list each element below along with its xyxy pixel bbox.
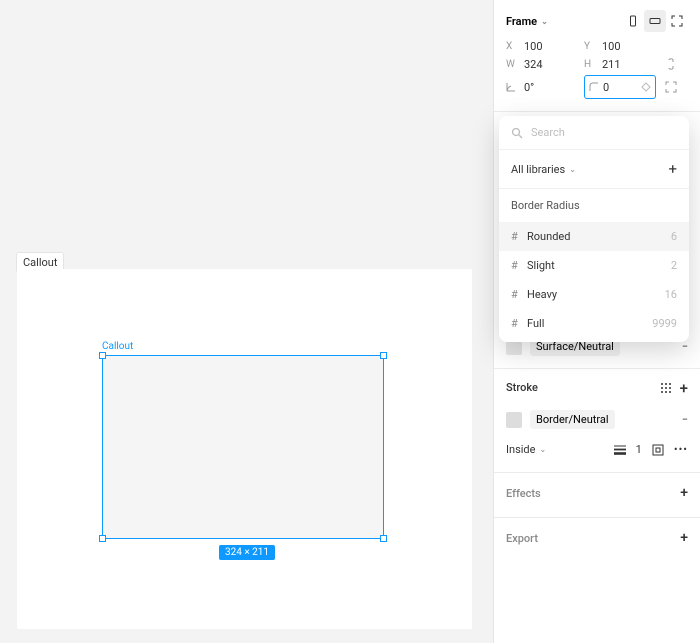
hash-icon: # [511, 230, 527, 243]
libraries-label: All libraries [511, 163, 565, 176]
stroke-title: Stroke [506, 381, 538, 394]
x-label: X [506, 41, 518, 52]
variable-picker-popover: Search All libraries ⌄ + Border Radius #… [499, 116, 689, 342]
corner-radius-value: 0 [603, 81, 609, 94]
export-title: Export [506, 532, 538, 545]
rotation-field[interactable]: 0° [506, 81, 578, 94]
w-label: W [506, 59, 518, 70]
stroke-position-value: Inside [506, 443, 535, 456]
stroke-style-icon[interactable] [660, 382, 672, 394]
option-name: Full [527, 317, 544, 330]
add-export-button[interactable]: + [680, 530, 688, 546]
resize-vertical-icon[interactable] [622, 10, 644, 32]
stroke-sides-icon[interactable] [652, 444, 664, 456]
corner-radius-input[interactable]: 0 [584, 75, 656, 99]
add-stroke-button[interactable]: + [680, 382, 688, 394]
radius-option-heavy[interactable]: # Heavy 16 [499, 280, 689, 309]
export-section: Export + [494, 518, 700, 562]
y-label: Y [584, 41, 596, 52]
radius-option-rounded[interactable]: # Rounded 6 [499, 222, 689, 251]
stroke-more-icon[interactable]: ••• [674, 443, 688, 456]
libraries-dropdown[interactable]: All libraries ⌄ + [499, 150, 689, 189]
independent-corners-icon[interactable] [662, 81, 680, 93]
rotation-value: 0° [524, 81, 534, 94]
effects-title: Effects [506, 487, 541, 500]
radius-option-full[interactable]: # Full 9999 [499, 309, 689, 342]
popover-section-label: Border Radius [499, 189, 689, 222]
option-name: Slight [527, 259, 555, 272]
hash-icon: # [511, 259, 527, 272]
h-label: H [584, 59, 596, 70]
stroke-position-dropdown[interactable]: Inside ⌄ [506, 443, 546, 456]
corner-radius-icon [589, 82, 599, 92]
resize-horizontal-icon[interactable] [644, 10, 666, 32]
lock-aspect-icon[interactable] [662, 57, 680, 71]
option-value: 6 [671, 230, 677, 243]
selected-frame[interactable] [102, 355, 384, 539]
option-name: Rounded [527, 230, 570, 243]
h-value: 211 [602, 58, 621, 71]
option-name: Heavy [527, 288, 557, 301]
stroke-weight-icon [614, 445, 626, 455]
dimensions-badge: 324 × 211 [219, 545, 275, 560]
x-value: 100 [524, 40, 543, 53]
angle-icon [506, 82, 518, 92]
stroke-section: Stroke + Border/Neutral − Inside ⌄ 1 [494, 369, 700, 473]
w-value: 324 [524, 58, 543, 71]
add-library-button[interactable]: + [668, 160, 677, 178]
radius-option-slight[interactable]: # Slight 2 [499, 251, 689, 280]
fit-icon[interactable] [666, 10, 688, 32]
chevron-down-icon: ⌄ [541, 17, 548, 26]
remove-fill-button[interactable]: − [682, 340, 688, 353]
add-effect-button[interactable]: + [680, 485, 688, 501]
width-field[interactable]: W 324 [506, 58, 578, 71]
hash-icon: # [511, 288, 527, 301]
chevron-down-icon: ⌄ [539, 445, 546, 454]
stroke-swatch[interactable] [506, 412, 522, 428]
variable-pick-icon[interactable] [641, 82, 651, 92]
search-icon [511, 127, 523, 139]
search-placeholder: Search [531, 126, 565, 139]
y-value: 100 [602, 40, 621, 53]
chevron-down-icon: ⌄ [569, 165, 576, 174]
stroke-chip[interactable]: Border/Neutral [530, 410, 615, 429]
frame-title-text: Frame [506, 15, 537, 28]
height-field[interactable]: H 211 [584, 58, 656, 71]
option-value: 2 [671, 259, 677, 272]
canvas[interactable]: Callout Callout 324 × 211 [0, 0, 493, 643]
popover-search[interactable]: Search [499, 116, 689, 150]
y-field[interactable]: Y 100 [584, 40, 656, 53]
frame-section: Frame ⌄ X 100 Y 100 [494, 0, 700, 112]
option-value: 9999 [652, 317, 677, 330]
frame-dropdown[interactable]: Frame ⌄ [506, 15, 622, 28]
hash-icon: # [511, 317, 527, 330]
selection-label: Callout [102, 341, 133, 352]
option-value: 16 [665, 288, 677, 301]
x-field[interactable]: X 100 [506, 40, 578, 53]
effects-section: Effects + [494, 473, 700, 518]
artboard[interactable]: Callout 324 × 211 [17, 269, 472, 629]
remove-stroke-button[interactable]: − [682, 413, 688, 426]
stroke-width-value[interactable]: 1 [636, 443, 642, 456]
